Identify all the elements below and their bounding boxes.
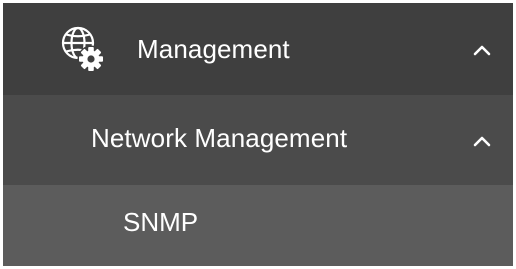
chevron-up-icon[interactable] [473,43,491,56]
menu-item-snmp[interactable]: SNMP [3,185,513,266]
chevron-up-icon[interactable] [473,134,491,147]
menu-item-management-label: Management [137,34,290,64]
menu-item-network-management-label: Network Management [91,123,348,153]
sidebar-menu: Management Network Management SNMP [3,3,513,266]
menu-item-network-management[interactable]: Network Management [3,95,513,185]
globe-gear-icon [57,23,111,77]
menu-item-snmp-label: SNMP [123,207,199,237]
menu-item-management[interactable]: Management [3,3,513,95]
